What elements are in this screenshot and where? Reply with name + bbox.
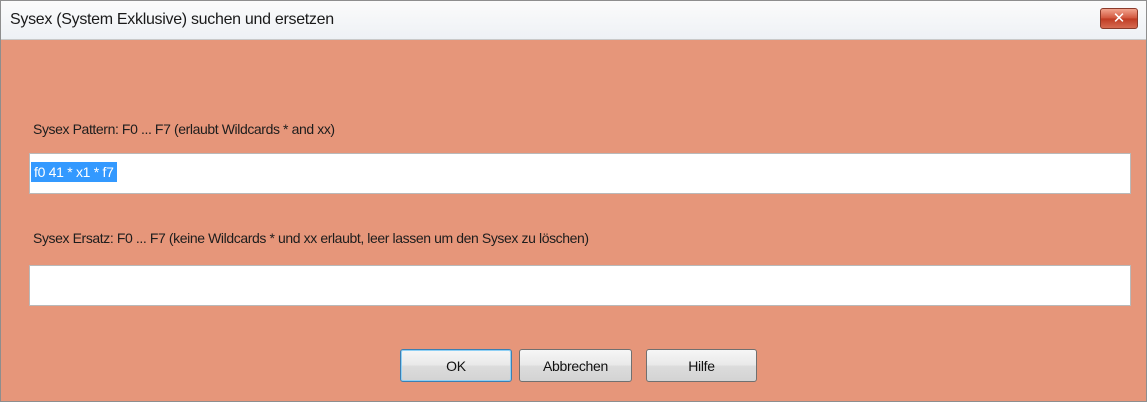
help-button[interactable]: Hilfe bbox=[646, 349, 757, 382]
pattern-input-selected-text: f0 41 * x1 * f7 bbox=[31, 162, 117, 182]
replacement-label: Sysex Ersatz: F0 ... F7 (keine Wildcards… bbox=[33, 230, 589, 246]
close-button[interactable]: ✕ bbox=[1100, 8, 1138, 29]
close-icon: ✕ bbox=[1112, 10, 1126, 27]
replacement-input[interactable] bbox=[29, 265, 1131, 306]
pattern-input[interactable] bbox=[29, 153, 1131, 194]
pattern-label: Sysex Pattern: F0 ... F7 (erlaubt Wildca… bbox=[33, 121, 335, 137]
sysex-dialog-window: Sysex (System Exklusive) suchen und erse… bbox=[0, 0, 1147, 402]
window-title: Sysex (System Exklusive) suchen und erse… bbox=[10, 11, 334, 28]
ok-button[interactable]: OK bbox=[400, 349, 512, 382]
cancel-button[interactable]: Abbrechen bbox=[519, 349, 632, 382]
title-bar[interactable]: Sysex (System Exklusive) suchen und erse… bbox=[1, 1, 1146, 40]
